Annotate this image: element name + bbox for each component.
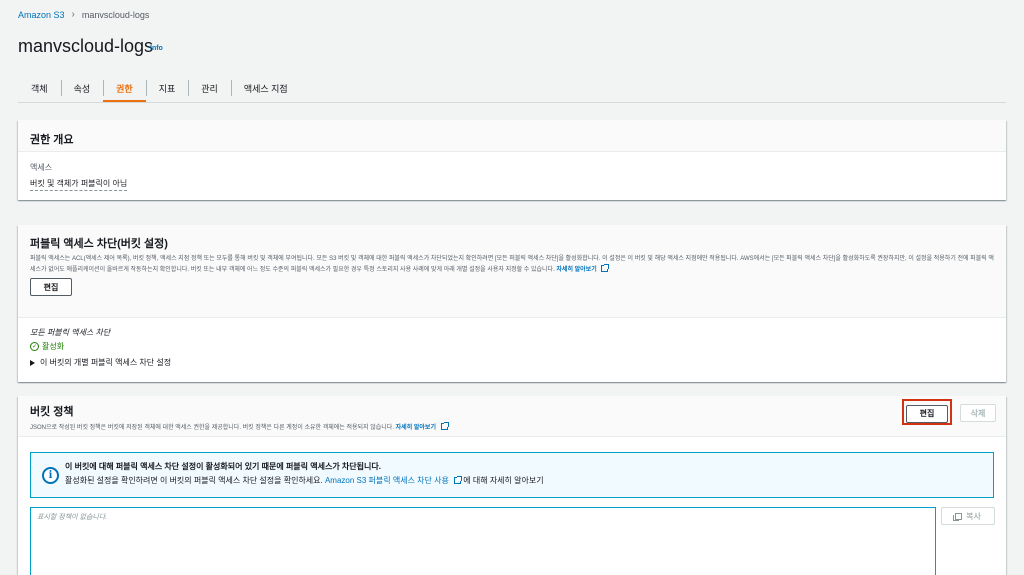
panel-title: 권한 개요: [30, 134, 74, 146]
editor-placeholder: 표시할 정책이 없습니다.: [37, 514, 108, 521]
block-public-access-link[interactable]: Amazon S3 퍼블릭 액세스 차단 사용: [325, 476, 449, 485]
panel-header: 퍼블릭 액세스 차단(버킷 설정) 퍼블릭 액세스는 ACL(액세스 제어 목록…: [18, 225, 1006, 318]
description-text: JSON으로 작성된 버킷 정책은 버킷에 저장된 객체에 대한 액세스 권한을…: [30, 425, 394, 431]
copy-button[interactable]: 복사: [941, 507, 995, 525]
info-alert: i 이 버킷에 대해 퍼블릭 액세스 차단 설정이 활성화되어 있기 때문에 퍼…: [30, 452, 994, 498]
copy-icon: [953, 512, 963, 521]
tab-objects[interactable]: 객체: [18, 74, 61, 102]
panel-title: 버킷 정책: [30, 406, 74, 418]
edit-block-public-access-button[interactable]: 편집: [30, 278, 72, 296]
access-value: 버킷 및 객체가 퍼블릭이 아님: [30, 178, 128, 191]
bucket-policy-panel: 버킷 정책 JSON으로 작성된 버킷 정책은 버킷에 저장된 객체에 대한 액…: [18, 396, 1006, 575]
alert-text: 활성화된 설정을 확인하려면 이 버킷의 퍼블릭 액세스 차단 설정을 확인하세…: [65, 475, 983, 486]
external-link-icon: [440, 422, 449, 430]
panel-description: 퍼블릭 액세스는 ACL(액세스 제어 목록), 버킷 정책, 액세스 지점 정…: [30, 254, 994, 275]
tab-bar: 객체 속성 권한 지표 관리 액세스 지점: [18, 74, 1006, 102]
block-all-label: 모든 퍼블릭 액세스 차단: [30, 327, 994, 338]
description-text: 퍼블릭 액세스는 ACL(액세스 제어 목록), 버킷 정책, 액세스 지점 정…: [30, 256, 994, 273]
external-link-icon: [601, 263, 610, 272]
learn-more-link[interactable]: 자세히 알아보기: [396, 425, 436, 431]
block-all-label-text: 모든 퍼블릭 액세스 차단: [30, 328, 111, 337]
delete-bucket-policy-button[interactable]: 삭제: [960, 404, 996, 422]
status-badge: ✓ 활성화: [30, 341, 994, 352]
check-circle-icon: ✓: [30, 342, 39, 351]
individual-settings-expander[interactable]: 이 버킷의 개별 퍼블릭 액세스 차단 설정: [30, 357, 994, 368]
panel-body: 모든 퍼블릭 액세스 차단 ✓ 활성화 이 버킷의 개별 퍼블릭 액세스 차단 …: [18, 318, 1006, 377]
edit-bucket-policy-button[interactable]: 편집: [906, 404, 948, 423]
panel-header: 권한 개요: [18, 120, 1006, 152]
permissions-overview-panel: 권한 개요 액세스 버킷 및 객체가 퍼블릭이 아님: [18, 120, 1006, 200]
panel-header: 버킷 정책 JSON으로 작성된 버킷 정책은 버킷에 저장된 객체에 대한 액…: [18, 396, 1006, 437]
access-label: 액세스: [30, 163, 53, 172]
breadcrumb-current: manvscloud-logs: [81, 9, 150, 20]
edit-button-highlight: 편집: [902, 399, 952, 425]
tab-access-points[interactable]: 액세스 지점: [230, 74, 301, 102]
info-link[interactable]: Info: [150, 45, 163, 52]
tab-permissions[interactable]: 권한: [103, 74, 146, 102]
info-icon: i: [42, 467, 59, 484]
breadcrumb-root-link[interactable]: Amazon S3: [18, 10, 65, 20]
tab-metrics[interactable]: 지표: [145, 74, 189, 102]
panel-description: JSON으로 작성된 버킷 정책은 버킷에 저장된 객체에 대한 액세스 권한을…: [30, 422, 994, 431]
tab-divider: [18, 102, 1006, 103]
tab-management[interactable]: 관리: [188, 74, 231, 102]
caret-right-icon: [30, 359, 35, 366]
expander-label: 이 버킷의 개별 퍼블릭 액세스 차단 설정: [40, 358, 172, 367]
panel-body: 액세스 버킷 및 객체가 퍼블릭이 아님: [18, 152, 1006, 201]
page-title: manvscloud-logs: [18, 36, 154, 56]
policy-editor[interactable]: 표시할 정책이 없습니다.: [30, 507, 936, 575]
breadcrumb: Amazon S3 › manvscloud-logs: [18, 9, 149, 20]
chevron-right-icon: ›: [71, 9, 75, 20]
alert-text-part-2: 에 대해 자세히 알아보기: [463, 476, 544, 485]
panel-title: 퍼블릭 액세스 차단(버킷 설정): [30, 238, 168, 250]
block-public-access-panel: 퍼블릭 액세스 차단(버킷 설정) 퍼블릭 액세스는 ACL(액세스 제어 목록…: [18, 225, 1006, 382]
tab-properties[interactable]: 속성: [60, 74, 104, 102]
external-link-icon: [454, 476, 463, 484]
learn-more-link[interactable]: 자세히 알아보기: [556, 267, 596, 273]
copy-label: 복사: [966, 511, 981, 521]
alert-text-part-1: 활성화된 설정을 확인하려면 이 버킷의 퍼블릭 액세스 차단 설정을 확인하세…: [65, 476, 325, 485]
alert-title: 이 버킷에 대해 퍼블릭 액세스 차단 설정이 활성화되어 있기 때문에 퍼블릭…: [65, 462, 381, 471]
status-text: 활성화: [42, 342, 65, 351]
